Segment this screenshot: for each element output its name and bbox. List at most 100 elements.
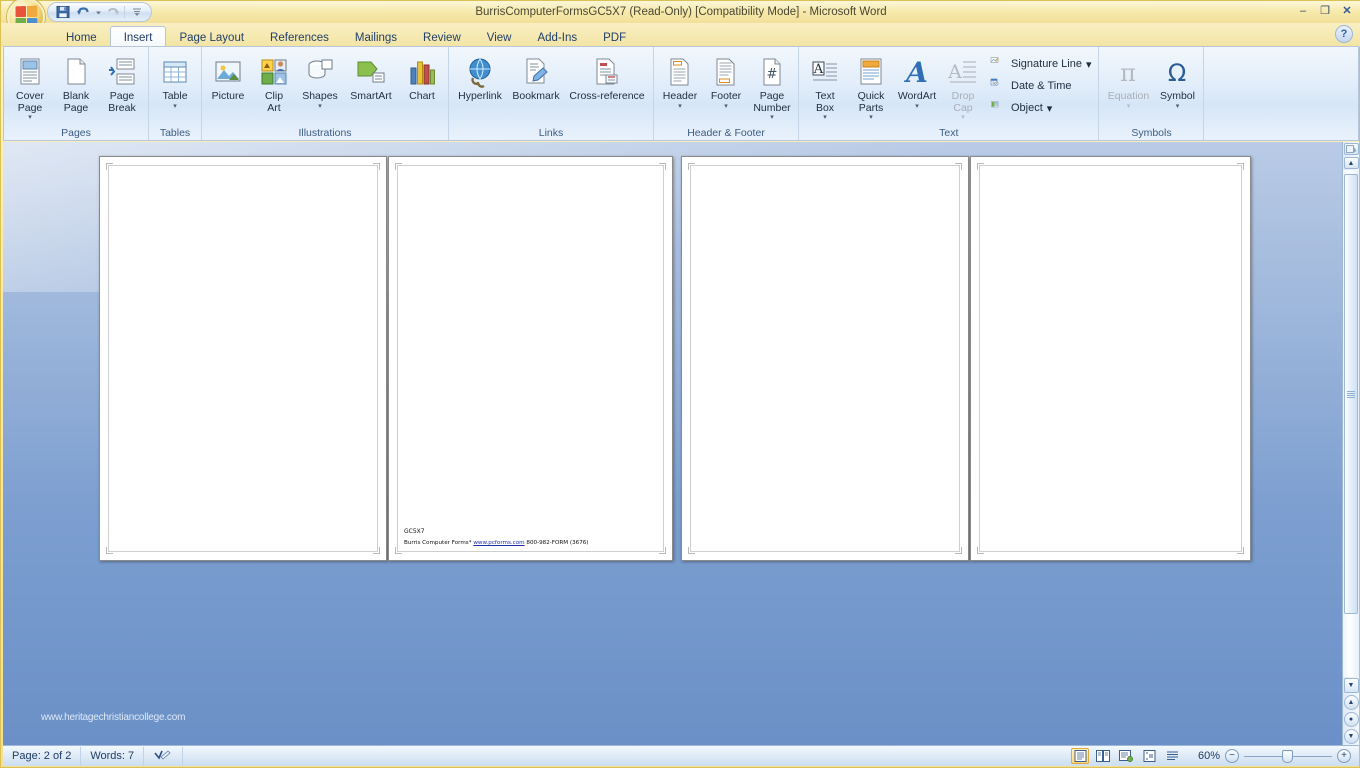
redo-icon[interactable] xyxy=(105,4,122,20)
table-icon xyxy=(159,55,191,89)
drop-cap-button[interactable]: A Drop Cap ▾ xyxy=(940,52,986,121)
page-indicator[interactable]: Page: 2 of 2 xyxy=(3,746,82,766)
document-page-4[interactable] xyxy=(970,156,1251,561)
save-icon[interactable] xyxy=(55,4,72,20)
document-page-3[interactable] xyxy=(681,156,969,561)
minimize-button[interactable]: – xyxy=(1293,2,1313,19)
cover-page-button[interactable]: Cover Page ▾ xyxy=(7,52,53,121)
zoom-level[interactable]: 60% xyxy=(1186,750,1220,762)
scrollbar-thumb[interactable] xyxy=(1344,174,1358,614)
blank-page-icon xyxy=(60,55,92,89)
zoom-slider[interactable] xyxy=(1244,749,1332,763)
ribbon-group-body: A Text Box ▾ Quick Parts ▾ A WordArt ▾ A Drop Cap ▾ Si… xyxy=(802,50,1095,126)
chevron-down-icon[interactable]: ▾ xyxy=(1176,103,1180,110)
document-page-2[interactable]: GC5X7 Burris Computer Forms* www.pcforms… xyxy=(388,156,673,561)
help-icon[interactable]: ? xyxy=(1335,25,1353,43)
chart-icon xyxy=(406,55,438,89)
chevron-down-icon[interactable]: ▾ xyxy=(724,103,728,110)
undo-dropdown-icon[interactable] xyxy=(94,4,102,20)
zoom-slider-handle[interactable] xyxy=(1282,749,1293,763)
wordart-button[interactable]: A WordArt ▾ xyxy=(894,52,940,118)
footer-button[interactable]: Footer ▾ xyxy=(703,52,749,118)
chevron-down-icon[interactable]: ▾ xyxy=(1047,102,1053,115)
form-footer-text: Burris Computer Forms* www.pcforms.com 8… xyxy=(404,539,589,547)
select-browse-object-icon[interactable]: ● xyxy=(1343,712,1359,727)
chevron-down-icon[interactable]: ▾ xyxy=(678,103,682,110)
symbol-button[interactable]: Ω Symbol ▾ xyxy=(1154,52,1200,118)
maximize-button[interactable]: ❐ xyxy=(1315,2,1335,19)
next-page-icon[interactable]: ▼ xyxy=(1343,729,1359,744)
picture-icon xyxy=(212,55,244,89)
chevron-down-icon[interactable]: ▾ xyxy=(961,114,965,121)
date-time-button[interactable]: 5 Date & Time xyxy=(986,75,1095,97)
scroll-down-arrow[interactable]: ▼ xyxy=(1343,678,1359,693)
button-label-line2: Page xyxy=(17,101,43,114)
ribbon-group-links: Hyperlink Bookmark Cross-reference Links xyxy=(449,47,654,140)
button-label: Table xyxy=(162,90,188,102)
page-3-margin-guides xyxy=(690,165,960,552)
view-draft-icon[interactable] xyxy=(1163,748,1181,764)
view-print-layout-icon[interactable] xyxy=(1071,748,1089,764)
chevron-down-icon[interactable]: ▾ xyxy=(770,114,774,121)
button-label-line2: Break xyxy=(108,101,136,114)
margin-mark xyxy=(106,547,113,554)
customize-icon[interactable] xyxy=(128,4,145,20)
zoom-out-button[interactable]: − xyxy=(1225,749,1239,763)
undo-icon[interactable] xyxy=(75,4,92,20)
chevron-down-icon[interactable]: ▾ xyxy=(869,114,873,121)
split-window-handle[interactable] xyxy=(1343,143,1359,155)
smartart-button[interactable]: SmartArt xyxy=(343,52,399,118)
button-label: Quick xyxy=(857,90,885,102)
blank-page-button[interactable]: Blank Page xyxy=(53,52,99,118)
zoom-slider-track[interactable] xyxy=(1244,749,1332,763)
footer-phone: 800-982-FORM (3676) xyxy=(526,540,589,546)
chevron-down-icon[interactable]: ▾ xyxy=(823,114,827,121)
chevron-down-icon[interactable]: ▾ xyxy=(1086,58,1092,71)
cross-reference-button[interactable]: Cross-reference xyxy=(564,52,650,118)
footer-link[interactable]: www.pcforms.com xyxy=(473,540,524,546)
word-application-window: BurrisComputerFormsGC5X7 (Read-Only) [Co… xyxy=(0,0,1360,768)
chevron-down-icon[interactable]: ▾ xyxy=(28,114,32,121)
text-box-button[interactable]: A Text Box ▾ xyxy=(802,52,848,121)
window-title: BurrisComputerFormsGC5X7 (Read-Only) [Co… xyxy=(475,6,887,18)
word-count[interactable]: Words: 7 xyxy=(81,746,145,766)
svg-text:Ω: Ω xyxy=(1168,59,1186,87)
margin-mark xyxy=(659,547,666,554)
chevron-down-icon[interactable]: ▾ xyxy=(173,103,177,110)
page-break-button[interactable]: Page Break xyxy=(99,52,145,118)
header-button[interactable]: Header ▾ xyxy=(657,52,703,118)
view-full-screen-reading-icon[interactable] xyxy=(1094,748,1112,764)
zoom-in-button[interactable]: + xyxy=(1337,749,1351,763)
quick-parts-button[interactable]: Quick Parts ▾ xyxy=(848,52,894,121)
chart-button[interactable]: Chart xyxy=(399,52,445,118)
scroll-up-arrow[interactable]: ▲ xyxy=(1343,157,1359,169)
page-4-margin-guides xyxy=(979,165,1242,552)
ribbon-group-label: Tables xyxy=(159,127,191,139)
vertical-scrollbar[interactable]: ▲ ▼ ▲ ● ▼ xyxy=(1342,142,1359,747)
chevron-down-icon[interactable]: ▾ xyxy=(1127,103,1131,110)
view-web-layout-icon[interactable] xyxy=(1117,748,1135,764)
page-number-button[interactable]: # Page Number ▾ xyxy=(749,52,795,121)
proofing-errors-icon[interactable] xyxy=(144,746,184,766)
ribbon-group-label: Pages xyxy=(61,127,91,139)
ribbon-group-label: Text xyxy=(939,127,959,139)
clip-art-button[interactable]: Clip Art xyxy=(251,52,297,118)
quick-access-toolbar[interactable] xyxy=(47,2,152,22)
previous-page-icon[interactable]: ▲ xyxy=(1343,695,1359,710)
object-button[interactable]: Object ▾ xyxy=(986,97,1095,119)
picture-button[interactable]: Picture xyxy=(205,52,251,118)
document-canvas[interactable]: GC5X7 Burris Computer Forms* www.pcforms… xyxy=(3,142,1343,747)
close-button[interactable]: ✕ xyxy=(1337,2,1357,19)
table-button[interactable]: Table ▾ xyxy=(152,52,198,118)
shapes-button[interactable]: Shapes ▾ xyxy=(297,52,343,118)
view-outline-icon[interactable] xyxy=(1140,748,1158,764)
signature-line-button[interactable]: Signature Line ▾ xyxy=(986,53,1095,75)
chevron-down-icon[interactable]: ▾ xyxy=(915,103,919,110)
scrollbar-track[interactable] xyxy=(1343,170,1359,677)
bookmark-button[interactable]: Bookmark xyxy=(508,52,564,118)
chevron-down-icon[interactable]: ▾ xyxy=(318,103,322,110)
equation-button[interactable]: π Equation ▾ xyxy=(1102,52,1154,118)
document-page-1[interactable] xyxy=(99,156,387,561)
ribbon-group-label: Links xyxy=(538,127,564,139)
hyperlink-button[interactable]: Hyperlink xyxy=(452,52,508,118)
